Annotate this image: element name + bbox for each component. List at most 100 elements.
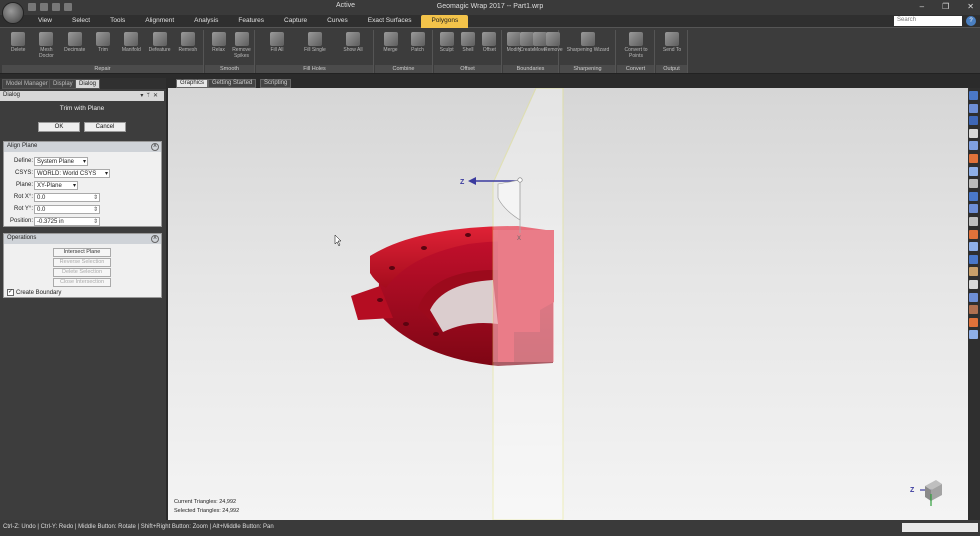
offset-button[interactable]: Offset bbox=[479, 32, 500, 53]
graphics-viewport[interactable]: Z X Z Current Triangles: 24,992 Selected… bbox=[168, 88, 968, 520]
bolt-hole bbox=[433, 332, 439, 336]
help-icon[interactable]: ? bbox=[966, 16, 976, 26]
menu-tab-features[interactable]: Features bbox=[228, 15, 274, 28]
menu-tab-capture[interactable]: Capture bbox=[274, 15, 317, 28]
csys-row: CSYS: WORLD: World CSYS bbox=[4, 169, 163, 179]
relax-button[interactable]: Relax bbox=[207, 32, 230, 53]
menu-tab-polygons[interactable]: Polygons bbox=[421, 15, 469, 28]
pan-icon[interactable] bbox=[969, 216, 978, 226]
define-select[interactable]: System Plane bbox=[34, 157, 88, 166]
plane-select[interactable]: XY-Plane bbox=[34, 181, 78, 190]
maximize-icon[interactable]: ❐ bbox=[942, 2, 949, 11]
sculpt-button[interactable]: Sculpt bbox=[436, 32, 457, 53]
menu-tab-select[interactable]: Select bbox=[62, 15, 100, 28]
measure-icon[interactable] bbox=[969, 305, 978, 315]
ribbon-group-sharpening: Sharpening Wizard Sharpening bbox=[560, 30, 616, 73]
checkmark-icon[interactable]: ✓ bbox=[7, 289, 14, 296]
trim-button[interactable]: Trim bbox=[89, 32, 117, 53]
view-left-icon[interactable] bbox=[969, 141, 978, 151]
remove-spikes-button[interactable]: Remove Spikes bbox=[230, 32, 253, 59]
clip-icon[interactable] bbox=[969, 292, 978, 302]
lighting-icon[interactable] bbox=[969, 279, 978, 289]
show-all-button[interactable]: Show All bbox=[334, 32, 372, 53]
view-bottom-icon[interactable] bbox=[969, 128, 978, 138]
panel-tab-model-manager[interactable]: Model Manager bbox=[2, 79, 52, 89]
minimize-icon[interactable]: – bbox=[920, 2, 924, 11]
decimate-button[interactable]: Decimate bbox=[61, 32, 89, 53]
close-intersection-button[interactable]: Close Intersection bbox=[53, 278, 111, 287]
view-tab-getting-started[interactable]: Getting Started bbox=[208, 79, 257, 88]
background-icon[interactable] bbox=[969, 330, 978, 340]
fill-all-button[interactable]: Fill All bbox=[258, 32, 296, 53]
mesh-doctor-button[interactable]: Mesh Doctor bbox=[32, 32, 60, 59]
right-toolbar bbox=[968, 88, 980, 520]
view-back-icon[interactable] bbox=[969, 103, 978, 113]
view-tab-graphics[interactable]: Graphics bbox=[176, 79, 209, 88]
menu-tab-view[interactable]: View bbox=[28, 15, 62, 28]
menu-tab-analysis[interactable]: Analysis bbox=[184, 15, 228, 28]
view-tab-scripting[interactable]: Scripting bbox=[260, 79, 292, 88]
view-top-icon[interactable] bbox=[969, 116, 978, 126]
sharpening-wizard-button[interactable]: Sharpening Wizard bbox=[562, 32, 614, 53]
shell-button[interactable]: Shell bbox=[457, 32, 478, 53]
view-iso-icon[interactable] bbox=[969, 166, 978, 176]
roty-input[interactable]: 0.0 bbox=[34, 205, 100, 214]
wireframe-icon[interactable] bbox=[969, 254, 978, 264]
shade-icon[interactable] bbox=[969, 242, 978, 252]
ribbon-group-combine: Merge Patch Combine bbox=[375, 30, 433, 73]
view-front-icon[interactable] bbox=[969, 91, 978, 100]
menu-tab-curves[interactable]: Curves bbox=[317, 15, 358, 28]
bolt-hole bbox=[403, 322, 409, 326]
delete-selection-button[interactable]: Delete Selection bbox=[53, 268, 111, 277]
ok-button[interactable]: OK bbox=[38, 122, 80, 132]
patch-button[interactable]: Patch bbox=[404, 32, 431, 53]
remesh-button[interactable]: Remesh bbox=[174, 32, 202, 53]
rotate-icon[interactable] bbox=[969, 204, 978, 214]
operations-header[interactable]: Operations ˄ bbox=[4, 234, 161, 244]
material-icon[interactable] bbox=[969, 317, 978, 327]
collapse-icon[interactable]: ˄ bbox=[151, 143, 159, 151]
manipulator-pivot[interactable] bbox=[517, 177, 523, 183]
rotx-input[interactable]: 0.0 bbox=[34, 193, 100, 202]
panel-tab-display[interactable]: Display bbox=[49, 79, 77, 89]
panel-close-icon[interactable]: ✕ bbox=[153, 93, 161, 99]
delete-button[interactable]: Delete bbox=[4, 32, 32, 53]
fill-all-icon bbox=[270, 32, 284, 46]
ribbon-group-offset: Sculpt Shell Offset Offset bbox=[434, 30, 502, 73]
defeature-button[interactable]: Defeature bbox=[145, 32, 173, 53]
menu-tab-tools[interactable]: Tools bbox=[100, 15, 135, 28]
color-icon[interactable] bbox=[969, 229, 978, 239]
autohide-icon[interactable]: ᛘ bbox=[146, 93, 153, 99]
intersect-plane-button[interactable]: Intersect Plane bbox=[53, 248, 111, 257]
app-logo-icon[interactable] bbox=[2, 2, 24, 24]
send-to-button[interactable]: Send To bbox=[658, 32, 686, 53]
menu-tab-alignment[interactable]: Alignment bbox=[135, 15, 184, 28]
csys-select[interactable]: WORLD: World CSYS bbox=[34, 169, 110, 178]
align-plane-header[interactable]: Align Plane ˄ bbox=[4, 142, 161, 152]
close-icon[interactable]: ✕ bbox=[967, 2, 974, 11]
create-boundary-checkbox[interactable]: ✓ Create Boundary bbox=[7, 289, 61, 296]
ribbon-button-label: Fill Single bbox=[304, 47, 326, 53]
merge-button[interactable]: Merge bbox=[377, 32, 404, 53]
position-input[interactable]: -0.3725 in bbox=[34, 217, 100, 226]
search-input[interactable]: Search bbox=[894, 16, 962, 26]
menu-tab-exact-surfaces[interactable]: Exact Surfaces bbox=[358, 15, 422, 28]
collapse-icon[interactable]: ˄ bbox=[151, 235, 159, 243]
convert-to-points-button[interactable]: Convert to Points bbox=[619, 32, 653, 59]
panel-tab-dialog[interactable]: Dialog bbox=[75, 79, 101, 89]
fill-single-button[interactable]: Fill Single bbox=[296, 32, 334, 53]
manifold-button[interactable]: Manifold bbox=[117, 32, 145, 53]
reverse-selection-button[interactable]: Reverse Selection bbox=[53, 258, 111, 267]
orientation-triad[interactable] bbox=[920, 480, 942, 506]
zoom-fit-icon[interactable] bbox=[969, 179, 978, 189]
convert-to-points-icon bbox=[629, 32, 643, 46]
texture-icon[interactable] bbox=[969, 267, 978, 277]
scene-3d[interactable]: Z X Z bbox=[168, 88, 968, 520]
ribbon-button-label: Sculpt bbox=[439, 47, 454, 53]
ribbon-button-label: Convert to Points bbox=[624, 47, 648, 59]
plane-label: Plane: bbox=[15, 182, 33, 188]
view-right-icon[interactable] bbox=[969, 153, 978, 163]
mouse-cursor-icon bbox=[334, 234, 342, 247]
zoom-window-icon[interactable] bbox=[969, 191, 978, 201]
cancel-button[interactable]: Cancel bbox=[84, 122, 126, 132]
